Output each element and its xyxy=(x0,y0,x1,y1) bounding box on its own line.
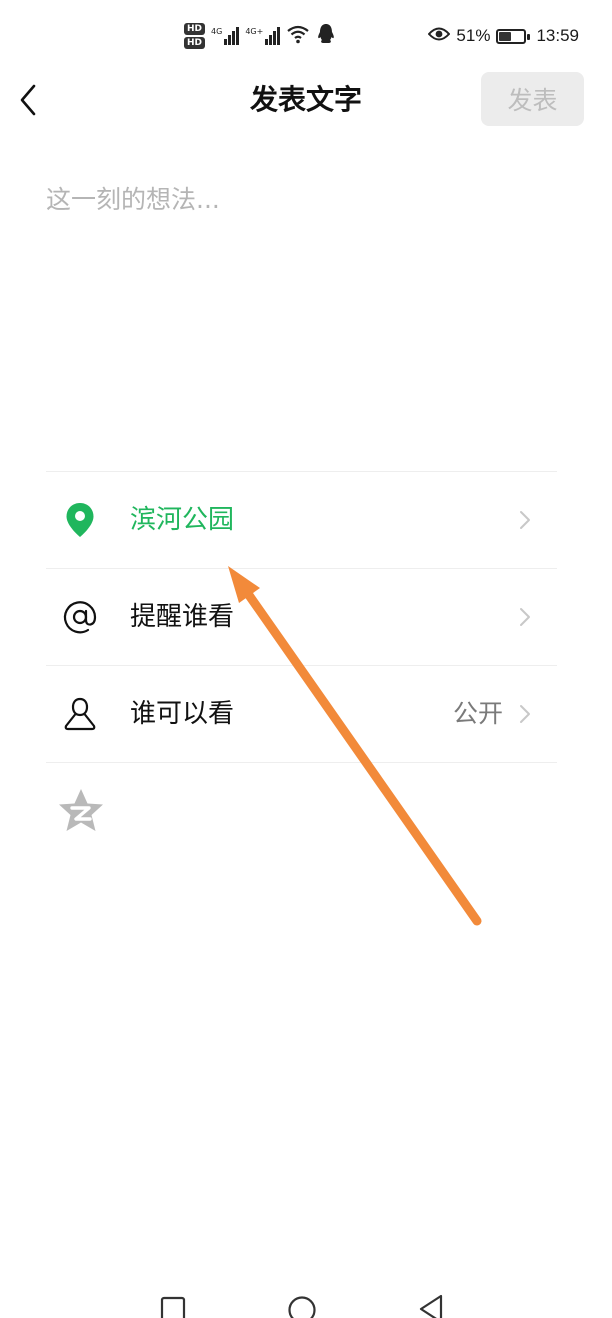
status-right-icons: 51% 13:59 xyxy=(428,22,579,50)
wifi-icon xyxy=(286,24,310,48)
visibility-label: 谁可以看 xyxy=(130,699,235,729)
post-options-list: 滨河公园 提醒谁看 谁可以看 公开 xyxy=(46,471,557,863)
battery-icon xyxy=(496,28,531,44)
battery-percent: 51% xyxy=(456,26,491,45)
person-icon xyxy=(60,694,100,734)
mention-row[interactable]: 提醒谁看 xyxy=(46,569,557,666)
qq-notification-icon xyxy=(316,23,336,49)
hd-icon: HD HD xyxy=(184,23,206,49)
qzone-star-icon[interactable] xyxy=(56,787,106,837)
system-navigation-bar xyxy=(0,1290,612,1318)
at-icon xyxy=(60,597,100,637)
location-pin-icon xyxy=(60,500,100,540)
location-label: 滨河公园 xyxy=(130,505,235,535)
chevron-right-icon xyxy=(520,608,530,626)
status-bar: HD HD 4G 4G+ 51% 13:59 xyxy=(0,0,612,70)
network-type-sim1: 4G xyxy=(211,27,223,36)
eye-icon xyxy=(428,26,451,47)
status-left-icons: HD HD 4G 4G+ xyxy=(184,18,336,54)
recents-icon[interactable] xyxy=(160,1290,186,1318)
signal-icon-sim2: 4G+ xyxy=(245,27,281,45)
location-row[interactable]: 滨河公园 xyxy=(46,472,557,569)
clock: 13:59 xyxy=(536,26,579,45)
chevron-right-icon xyxy=(520,511,530,529)
hd-badge-top: HD xyxy=(184,23,206,35)
network-type-sim2: 4G+ xyxy=(245,27,264,36)
mention-label: 提醒谁看 xyxy=(130,602,235,632)
back-icon[interactable] xyxy=(417,1290,445,1318)
publish-button[interactable]: 发表 xyxy=(481,72,584,126)
visibility-value: 公开 xyxy=(452,699,503,728)
visibility-row[interactable]: 谁可以看 公开 xyxy=(46,666,557,763)
battery-level-fill xyxy=(499,31,511,41)
home-icon[interactable] xyxy=(287,1290,317,1318)
chevron-right-icon xyxy=(520,705,530,723)
share-row xyxy=(46,763,557,863)
signal-icon-sim1: 4G xyxy=(211,27,240,45)
top-nav-bar: 发表文字 发表 xyxy=(0,70,612,130)
hd-badge-bottom: HD xyxy=(184,37,206,49)
moment-text-input[interactable] xyxy=(46,176,566,456)
